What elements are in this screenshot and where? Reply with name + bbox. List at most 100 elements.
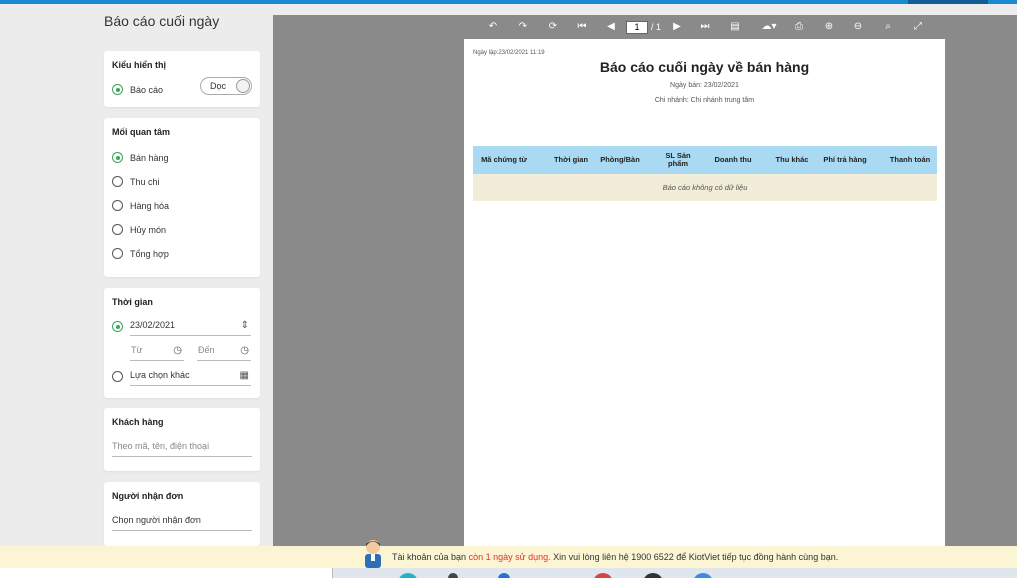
time-heading: Thời gian [112, 297, 153, 307]
undo-icon[interactable]: ↶ [486, 20, 500, 34]
time-date-option[interactable] [112, 321, 130, 332]
toggle-knob [236, 79, 250, 93]
report-viewer: ↶ ↷ ⟳ ⏮ ◀ 1 / 1 ▶ ⏭ ▤ ☁▾ ⎙ ⊕ ⊖ ⌕ ⤢ Ngày … [273, 15, 1017, 546]
first-page-icon[interactable]: ⏮ [575, 20, 589, 34]
interest-card: Mối quan tâm Bán hàng Thu chi Hàng hóa H… [104, 118, 260, 277]
time-other-option[interactable] [112, 371, 130, 382]
time-from-placeholder: Từ [131, 345, 143, 355]
taskbar [0, 568, 1017, 578]
interest-option-summary[interactable]: Tổng hợp [112, 248, 169, 259]
taskbar-app-icon[interactable] [693, 573, 713, 578]
interest-option-label: Bán hàng [130, 152, 169, 163]
display-report-label: Báo cáo [130, 84, 164, 95]
notice-prefix: Tài khoản của bạn [392, 552, 469, 562]
taskbar-app-icon[interactable] [593, 573, 613, 578]
orientation-toggle-label: Dọc [210, 81, 227, 91]
column-header: Phòng/Bàn [600, 155, 640, 164]
search-icon[interactable]: ⌕ [881, 20, 895, 34]
report-empty-row: Báo cáo không có dữ liệu [473, 174, 937, 201]
time-card: Thời gian 23/02/2021 ⇕ Từ ◷ Đến ◷ Lựa ch… [104, 288, 260, 398]
date-value: 23/02/2021 [130, 320, 176, 330]
customer-heading: Khách hàng [112, 417, 164, 427]
notice-suffix: Xin vui lòng liên hệ 1900 6522 để KiotVi… [550, 552, 839, 562]
time-to-placeholder: Đến [198, 345, 215, 355]
page-number-input[interactable]: 1 [626, 21, 648, 34]
interest-heading: Mối quan tâm [112, 127, 170, 137]
taskbar-app-area [332, 568, 1017, 578]
date-select[interactable]: 23/02/2021 ⇕ [130, 320, 251, 336]
column-header: SL Sản phẩm [665, 151, 691, 168]
interest-option-cancelled[interactable]: Hủy món [112, 224, 166, 235]
document-icon[interactable]: ▤ [728, 20, 742, 34]
notice-highlight: còn 1 ngày sử dụng. [468, 552, 551, 562]
top-bar-accent [908, 0, 988, 4]
radio-icon[interactable] [112, 371, 123, 382]
zoom-in-icon[interactable]: ⊕ [822, 20, 836, 34]
other-range-label: Lựa chọn khác [130, 370, 190, 380]
orientation-toggle[interactable]: Dọc [200, 77, 252, 95]
account-notice-text: Tài khoản của bạn còn 1 ngày sử dụng. Xi… [392, 552, 838, 562]
interest-option-label: Hủy món [130, 224, 167, 235]
radio-icon[interactable] [112, 248, 123, 259]
report-sale-date: Ngày bán: 23/02/2021 [670, 82, 739, 89]
time-from-input[interactable]: Từ ◷ [130, 345, 184, 361]
report-title: Báo cáo cuối ngày về bán hàng [599, 59, 810, 75]
column-header: Phí trả hàng [823, 155, 867, 164]
print-icon[interactable]: ⎙ [792, 20, 806, 34]
column-header: Thời gian [553, 155, 589, 164]
radio-icon[interactable] [112, 200, 123, 211]
radio-selected-icon[interactable] [112, 321, 123, 332]
sort-arrows-icon: ⇕ [240, 320, 249, 331]
top-bar [0, 0, 1017, 4]
clock-icon[interactable]: ◷ [240, 345, 249, 356]
customer-search-input[interactable]: Theo mã, tên, điện thoại [112, 441, 252, 457]
display-type-card: Kiểu hiển thị Báo cáo Dọc [104, 51, 260, 107]
taskbar-app-icon[interactable] [498, 573, 510, 578]
calendar-icon[interactable]: ▦ [240, 370, 249, 381]
interest-option-goods[interactable]: Hàng hóa [112, 200, 169, 211]
clock-icon[interactable]: ◷ [173, 345, 182, 356]
export-download-icon[interactable]: ☁▾ [758, 20, 780, 34]
time-to-input[interactable]: Đến ◷ [197, 345, 251, 361]
column-header: Thanh toán [889, 155, 931, 164]
receiver-card: Người nhận đơn Chọn người nhận đơn [104, 482, 260, 546]
page-title: Báo cáo cuối ngày [104, 13, 220, 29]
other-range-select[interactable]: Lựa chọn khác ▦ [130, 370, 251, 386]
report-branch: Chi nhánh: Chi nhánh trung tâm [654, 97, 755, 104]
interest-option-label: Tổng hợp [130, 248, 169, 259]
receiver-select[interactable]: Chọn người nhận đơn [112, 515, 252, 531]
interest-option-cashflow[interactable]: Thu chi [112, 176, 160, 187]
column-header: Mã chứng từ [481, 155, 527, 164]
fullscreen-icon[interactable]: ⤢ [911, 20, 925, 34]
display-type-heading: Kiểu hiển thị [112, 60, 166, 70]
customer-search-placeholder: Theo mã, tên, điện thoại [112, 441, 210, 451]
taskbar-app-icon[interactable] [643, 573, 663, 578]
display-report-option[interactable]: Báo cáo [112, 84, 163, 95]
radio-icon[interactable] [112, 176, 123, 187]
report-page: Ngày lập:23/02/2021 11:19 Báo cáo cuối n… [464, 39, 945, 546]
report-created-date: Ngày lập:23/02/2021 11:19 [473, 50, 545, 56]
receiver-heading: Người nhận đơn [112, 491, 184, 501]
prev-page-icon[interactable]: ◀ [604, 20, 618, 34]
taskbar-app-icon[interactable] [398, 573, 418, 578]
interest-option-label: Thu chi [130, 176, 160, 187]
receiver-placeholder: Chọn người nhận đơn [112, 515, 201, 525]
viewer-toolbar: ↶ ↷ ⟳ ⏮ ◀ 1 / 1 ▶ ⏭ ▤ ☁▾ ⎙ ⊕ ⊖ ⌕ ⤢ [273, 15, 1017, 39]
interest-option-label: Hàng hóa [130, 200, 170, 211]
zoom-out-icon[interactable]: ⊖ [851, 20, 865, 34]
redo-icon[interactable]: ↷ [516, 20, 530, 34]
column-header: Thu khác [775, 155, 809, 164]
radio-selected-icon[interactable] [112, 84, 123, 95]
radio-selected-icon[interactable] [112, 152, 123, 163]
taskbar-app-icon[interactable] [448, 573, 458, 578]
last-page-icon[interactable]: ⏭ [698, 20, 712, 34]
next-page-icon[interactable]: ▶ [670, 20, 684, 34]
radio-icon[interactable] [112, 224, 123, 235]
column-header: Doanh thu [714, 155, 752, 164]
account-notice-bar: Tài khoản của bạn còn 1 ngày sử dụng. Xi… [0, 546, 1017, 568]
report-table-header: Mã chứng từ Thời gian Phòng/Bàn SL Sản p… [473, 146, 937, 174]
refresh-icon[interactable]: ⟳ [546, 20, 560, 34]
support-avatar-icon [362, 538, 384, 568]
interest-option-sales[interactable]: Bán hàng [112, 152, 169, 163]
page-total: / 1 [651, 22, 662, 32]
